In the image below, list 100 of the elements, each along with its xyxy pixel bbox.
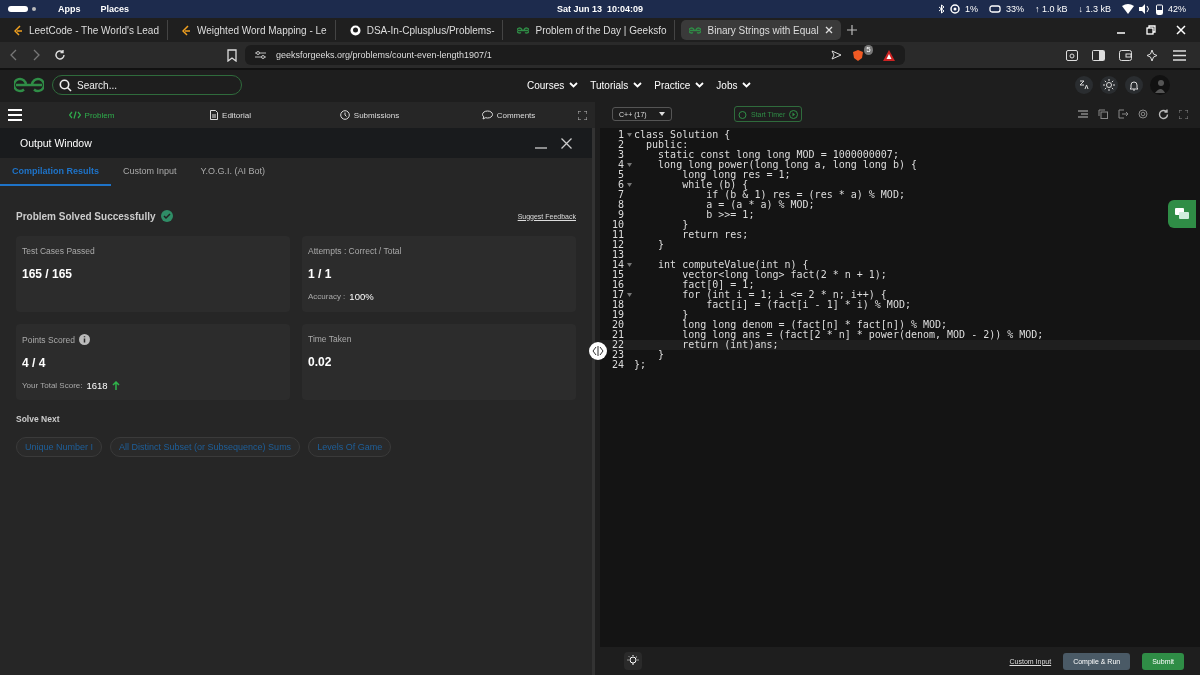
chat-button[interactable] (1168, 200, 1196, 228)
code-line: }; (634, 360, 647, 370)
fold-icon[interactable] (626, 293, 632, 297)
blocked-count-badge: 5 (864, 44, 873, 55)
close-icon[interactable] (824, 26, 833, 34)
triangle-logo-icon[interactable] (883, 49, 895, 61)
address-field[interactable]: geeksforgeeks.org/problems/count-even-length1907/1 5 (245, 45, 905, 65)
wallet-icon[interactable] (1119, 49, 1132, 61)
chevron-down-icon[interactable] (742, 82, 752, 88)
code-line: } (681, 310, 689, 320)
line-number: 19 (610, 310, 624, 320)
problem-tab[interactable]: Problem (22, 110, 161, 120)
card-value: 0.02 (308, 355, 333, 369)
format-icon[interactable] (1078, 110, 1088, 118)
line-number: 14 (610, 260, 624, 270)
line-number: 17 (610, 290, 624, 300)
fold-icon[interactable] (626, 163, 632, 167)
nav-menu-item[interactable]: Jobs (716, 79, 752, 91)
code-line: b >>= 1; (705, 210, 755, 220)
output-tab[interactable]: Y.O.G.I. (AI Bot) (188, 158, 277, 186)
wifi-icon[interactable] (1122, 4, 1134, 14)
line-number: 16 (610, 280, 624, 290)
line-number: 22 (610, 340, 624, 350)
indicator-text: 33% (1005, 4, 1024, 14)
bluetooth-icon[interactable] (937, 4, 945, 14)
nav-menu-item[interactable]: Practice (654, 79, 705, 91)
back-icon[interactable] (10, 49, 18, 61)
chevron-down-icon[interactable] (569, 82, 579, 88)
code-line: class Solution { (634, 130, 731, 140)
indicator-text: 1% (964, 4, 978, 14)
code-line: a = (a * a) % MOD; (705, 200, 815, 210)
info-icon[interactable] (78, 334, 90, 345)
send-icon[interactable] (831, 50, 842, 60)
close-icon[interactable] (561, 137, 572, 149)
site-settings-icon[interactable] (255, 50, 266, 60)
fold-icon[interactable] (626, 263, 632, 267)
browser-tab[interactable]: Binary Strings with Equal (681, 20, 841, 40)
line-number: 11 (610, 230, 624, 240)
problem-tab[interactable]: Submissions (300, 110, 439, 120)
fold-icon[interactable] (626, 183, 632, 187)
sun-icon[interactable] (1100, 76, 1118, 94)
indicator-text: ↑ 1.0 kB (1034, 4, 1068, 14)
problem-tab[interactable]: Editorial (161, 110, 300, 120)
bookmark-icon[interactable] (227, 48, 237, 62)
system-menu[interactable]: Apps (58, 4, 81, 14)
battery-icon[interactable] (1156, 3, 1163, 15)
gfg-logo-icon[interactable] (14, 77, 44, 93)
menu-icon[interactable] (1173, 49, 1186, 61)
forward-icon[interactable] (32, 49, 40, 61)
code-line: return res; (681, 230, 749, 240)
line-number: 7 (616, 190, 624, 200)
note-value: 1618 (86, 380, 108, 391)
browser-tab[interactable]: DSA-In-Cplusplus/Problems- (341, 20, 504, 40)
code-line: fact[0] = 1; (681, 280, 755, 290)
system-menu[interactable]: Places (100, 4, 130, 14)
avatar[interactable] (1150, 75, 1170, 95)
restore-icon[interactable] (1146, 25, 1156, 35)
reset-icon[interactable] (1158, 108, 1169, 120)
search-field[interactable]: Search... (52, 75, 242, 95)
problem-tab[interactable]: Comments (439, 110, 578, 120)
card-label: Points Scored (22, 334, 75, 345)
copy-icon[interactable] (1098, 109, 1108, 119)
card-label: Attempts : Correct / Total (308, 246, 402, 256)
expand-icon[interactable] (1179, 109, 1188, 119)
card-label: Time Taken (308, 334, 352, 344)
browser-tab[interactable]: LeetCode - The World's Lead (6, 20, 168, 40)
browser-tab[interactable]: Problem of the Day | Geeksfo (509, 20, 676, 40)
screenshot-icon[interactable] (1066, 49, 1078, 61)
card-label: Test Cases Passed (22, 246, 95, 256)
line-number: 5 (616, 170, 624, 180)
chevron-down-icon[interactable] (695, 82, 705, 88)
bell-icon[interactable] (1125, 76, 1143, 94)
clock[interactable]: Sat Jun 13 10:04:09 (557, 4, 643, 14)
nav-menu-item[interactable]: Tutorials (590, 79, 643, 91)
translate-icon[interactable] (1075, 76, 1093, 94)
volume-icon[interactable] (1139, 4, 1151, 14)
nav-menu-item[interactable]: Courses (527, 79, 579, 91)
fold-icon[interactable] (626, 133, 632, 137)
code-editor[interactable] (600, 128, 1200, 647)
chevron-down-icon[interactable] (633, 82, 643, 88)
sidebar-icon[interactable] (1092, 49, 1105, 61)
settings-icon[interactable] (1138, 109, 1148, 119)
output-tab[interactable]: Custom Input (111, 158, 189, 186)
alarm-icon (738, 109, 747, 119)
export-icon[interactable] (1118, 109, 1128, 119)
code-line: return (int)ans; (681, 340, 779, 350)
code-line: long long denom = (fact[n] * fact[n]) % MOD; (681, 320, 948, 330)
browser-tab[interactable]: Weighted Word Mapping - Le (173, 20, 336, 40)
shield-icon[interactable] (852, 48, 864, 62)
line-number: 1 (616, 130, 624, 140)
code-line: vector<long long> fact(2 * n + 1); (681, 270, 887, 280)
code-line: static const long long MOD = 1000000007; (658, 150, 899, 160)
sparkle-icon[interactable] (1146, 48, 1159, 62)
caret-icon (659, 112, 665, 116)
workspace-indicator-icon[interactable] (8, 5, 38, 13)
expand-icon[interactable] (578, 110, 587, 120)
success-message: Problem Solved Successfully (16, 210, 156, 222)
reload-icon[interactable] (54, 49, 66, 61)
indicator-text: 42% (1168, 4, 1186, 14)
new-tab-icon[interactable] (846, 25, 857, 35)
